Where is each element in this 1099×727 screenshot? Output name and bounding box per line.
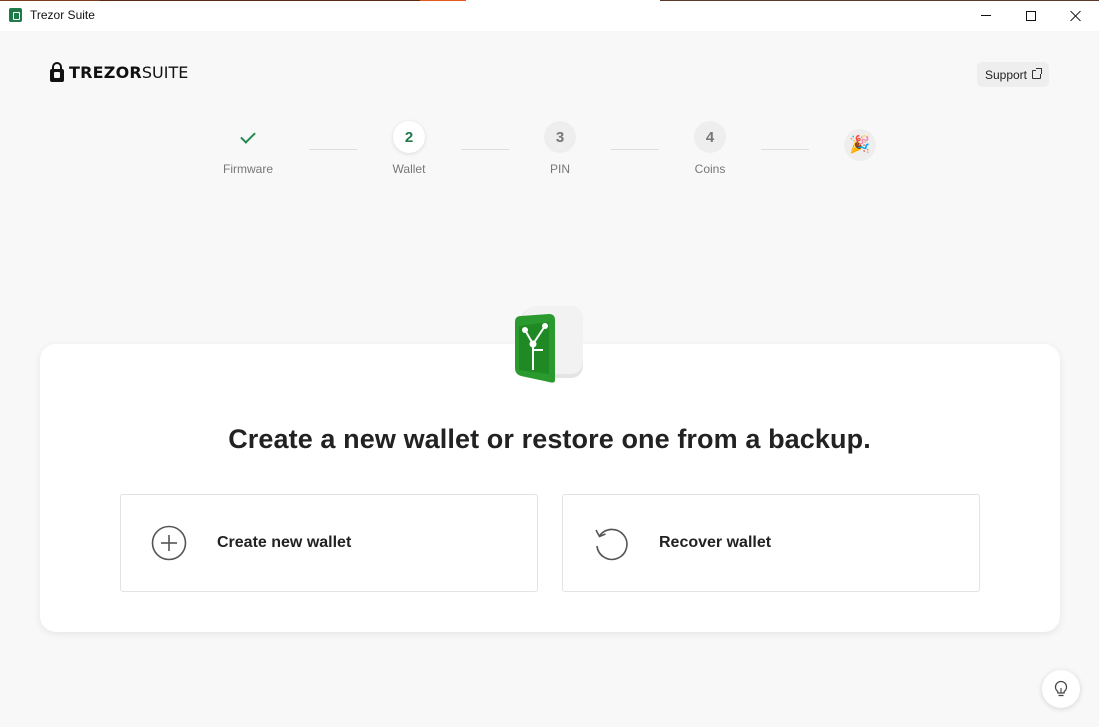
step-connector <box>611 149 659 150</box>
step-wallet-circle: 2 <box>393 121 425 153</box>
step-coins-circle: 4 <box>694 121 726 153</box>
step-coins: 4 Coins <box>670 121 750 176</box>
plus-circle-icon <box>151 525 187 561</box>
step-connector <box>761 149 809 150</box>
close-button[interactable] <box>1053 0 1099 31</box>
support-button[interactable]: Support <box>977 62 1049 87</box>
step-pin-circle: 3 <box>544 121 576 153</box>
minimize-icon <box>981 15 991 16</box>
create-new-wallet-button[interactable]: Create new wallet <box>120 494 538 592</box>
step-firmware-circle <box>232 121 264 153</box>
create-new-wallet-label: Create new wallet <box>217 534 352 551</box>
lightbulb-icon <box>1054 680 1068 697</box>
check-icon <box>240 127 256 144</box>
minimize-button[interactable] <box>963 0 1009 31</box>
trezor-device-icon <box>515 306 583 383</box>
step-connector <box>309 149 357 150</box>
step-firmware: Firmware <box>208 121 288 176</box>
step-connector <box>461 149 509 150</box>
step-label: Wallet <box>392 162 426 176</box>
maximize-button[interactable] <box>1008 0 1054 31</box>
step-label: Coins <box>694 162 726 176</box>
titlebar-accent <box>0 0 1099 1</box>
page-heading: Create a new wallet or restore one from … <box>228 424 871 454</box>
step-pin: 3 PIN <box>520 121 600 176</box>
support-label: Support <box>984 67 1028 82</box>
app-icon <box>9 8 22 22</box>
window-title: Trezor Suite <box>30 8 95 22</box>
maximize-icon <box>1026 10 1036 21</box>
step-label: Firmware <box>223 162 273 176</box>
recover-wallet-label: Recover wallet <box>659 534 772 551</box>
trezor-lock-icon <box>50 62 64 82</box>
party-popper-icon: 🎉 <box>844 129 876 161</box>
step-label: PIN <box>549 162 570 176</box>
window-titlebar: Trezor Suite <box>0 0 1099 31</box>
close-icon <box>1070 10 1082 22</box>
logo-text-strong: TREZOR <box>69 62 142 82</box>
tips-button[interactable] <box>1042 670 1080 708</box>
recover-wallet-button[interactable]: Recover wallet <box>562 494 980 592</box>
step-wallet: 2 Wallet <box>369 121 449 176</box>
external-link-icon <box>1032 68 1043 79</box>
trezor-suite-logo: TREZOR SUITE <box>50 60 188 84</box>
logo-text-light: SUITE <box>141 62 189 82</box>
recover-arrow-icon <box>595 528 628 561</box>
